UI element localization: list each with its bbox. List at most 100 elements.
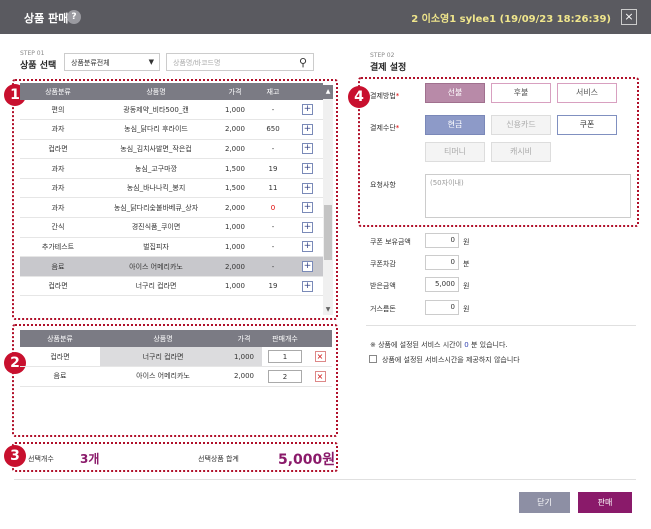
pay-means-tmoney-button[interactable]: 티머니 — [425, 142, 485, 162]
pay-means-card-button[interactable]: 신용카드 — [491, 115, 551, 135]
col-stock: 재고 — [254, 83, 292, 100]
add-icon[interactable]: + — [302, 241, 313, 253]
step1-label: STEP 01 — [20, 50, 45, 57]
cell-stock: 650 — [254, 119, 292, 140]
remove-icon[interactable]: × — [314, 351, 326, 363]
title-bar: 상품 판매 ? 2 이소영1 sylee1 (19/09/23 18:26:39… — [0, 0, 651, 34]
pay-method-service-button[interactable]: 서비스 — [557, 83, 617, 103]
coupon-balance-unit: 원 — [463, 238, 470, 246]
cell-category: 과자 — [20, 158, 96, 179]
sell-button[interactable]: 판매 — [578, 492, 632, 513]
cell-stock: 19 — [254, 276, 292, 297]
pay-means-cashbee-button[interactable]: 캐시비 — [491, 142, 551, 162]
add-icon[interactable]: + — [302, 163, 313, 175]
change-label: 거스름돈 — [370, 305, 396, 313]
cell-stock: - — [254, 139, 292, 160]
category-select-value: 상품분류전체 — [71, 59, 110, 67]
help-icon[interactable]: ? — [67, 10, 81, 24]
cell-name: 너구리 컵라면 — [96, 276, 216, 297]
search-placeholder: 상품명/바코드명 — [173, 59, 221, 67]
request-textarea[interactable]: (50자이내) — [425, 174, 631, 218]
table-row[interactable]: 간식 경진식품_쿠이면 1,000 - + — [20, 217, 323, 238]
table-row[interactable]: 과자 농심_고구마깡 1,500 19 + — [20, 158, 323, 179]
add-icon[interactable]: + — [302, 280, 313, 292]
cell-stock: - — [254, 217, 292, 238]
coupon-deduct-field[interactable]: 0 — [425, 255, 459, 270]
request-placeholder: (50자이내) — [430, 179, 464, 187]
col-name: 상품명 — [100, 330, 226, 347]
col-category: 상품분류 — [20, 83, 96, 100]
add-icon[interactable]: + — [302, 202, 313, 214]
add-icon[interactable]: + — [302, 261, 313, 273]
cell-name: 농심_닭다리숯불바베큐_상자 — [96, 197, 216, 219]
remove-icon[interactable]: × — [314, 370, 326, 382]
coupon-balance-label: 쿠폰 보유금액 — [370, 238, 411, 246]
cell-price: 1,000 — [226, 347, 262, 368]
table-row[interactable]: 추가테스트 벌집피자 1,000 - + — [20, 237, 323, 258]
close-icon[interactable]: × — [621, 9, 637, 25]
cell-price: 2,000 — [216, 197, 254, 219]
table-row: 음료 아이스 어메리카노 2,000 2 × — [20, 366, 332, 387]
cell-category: 과자 — [20, 119, 96, 140]
pay-means-cash-button[interactable]: 현금 — [425, 115, 485, 135]
cell-price: 1,000 — [216, 100, 254, 121]
scroll-thumb[interactable] — [324, 205, 332, 260]
scroll-up-icon[interactable]: ▲ — [323, 85, 333, 99]
table-row[interactable]: 컵라면 너구리 컵라면 1,000 19 + — [20, 276, 323, 297]
close-button[interactable]: 닫기 — [519, 492, 570, 513]
cell-name: 아이스 어메리카노 — [96, 256, 216, 277]
divider — [366, 325, 636, 326]
coupon-deduct-label: 쿠폰차감 — [370, 260, 396, 268]
cell-stock: - — [254, 237, 292, 258]
category-select[interactable]: 상품분류전체 ▼ — [64, 53, 160, 71]
cell-stock: - — [254, 100, 292, 121]
no-service-time-checkbox[interactable] — [369, 355, 377, 363]
table-row-selected[interactable]: 음료 아이스 어메리카노 2,000 - + — [20, 256, 323, 277]
table-row[interactable]: 과자 농심_닭다리숯불바베큐_상자 2,000 0 + — [20, 197, 323, 219]
cell-name: 농심_닭다리 후라이드 — [96, 119, 216, 140]
add-icon[interactable]: + — [302, 104, 313, 116]
received-amount-field[interactable]: 5,000 — [425, 277, 459, 292]
search-icon[interactable]: ⚲ — [299, 56, 307, 69]
cell-price: 1,500 — [216, 178, 254, 199]
badge-4: 4 — [348, 86, 370, 108]
total-label: 선택상품 합계 — [198, 455, 239, 463]
pay-method-postpaid-button[interactable]: 후불 — [491, 83, 551, 103]
cell-category: 음료 — [20, 256, 96, 277]
product-table: 상품분류 상품명 가격 재고 편의 광동제약_비타500_캔 1,000 - +… — [20, 83, 323, 297]
table-row[interactable]: 편의 광동제약_비타500_캔 1,000 - + — [20, 100, 323, 121]
step2-label: STEP 02 — [370, 52, 395, 59]
selected-table-header: 상품분류 상품명 가격 판매개수 — [20, 330, 332, 347]
add-icon[interactable]: + — [302, 182, 313, 194]
table-row: 컵라면 너구리 컵라면 1,000 1 × — [20, 347, 332, 368]
quantity-input[interactable]: 2 — [268, 369, 302, 383]
cell-price: 2,000 — [216, 119, 254, 140]
scroll-down-icon[interactable]: ▼ — [323, 305, 333, 315]
table-row[interactable]: 과자 농심_바나나킥_봉지 1,500 11 + — [20, 178, 323, 199]
search-input[interactable]: 상품명/바코드명 ⚲ — [166, 53, 314, 71]
change-field[interactable]: 0 — [425, 300, 459, 315]
window-title: 상품 판매 — [24, 12, 69, 25]
pay-means-coupon-button[interactable]: 쿠폰 — [557, 115, 617, 135]
add-icon[interactable]: + — [302, 123, 313, 135]
cell-price: 1,000 — [216, 217, 254, 238]
total-value: 5,000원 — [278, 452, 336, 468]
pay-method-prepaid-button[interactable]: 선불 — [425, 83, 485, 103]
cell-category: 컵라면 — [20, 139, 96, 160]
cell-stock: 0 — [254, 197, 292, 219]
add-icon[interactable]: + — [302, 221, 313, 233]
add-icon[interactable]: + — [302, 143, 313, 155]
count-value: 3개 — [80, 452, 100, 466]
cell-price: 2,000 — [216, 139, 254, 160]
table-row[interactable]: 컵라면 농심_김치사발면_작은컵 2,000 - + — [20, 139, 323, 160]
table-row[interactable]: 과자 농심_닭다리 후라이드 2,000 650 + — [20, 119, 323, 140]
coupon-balance-field[interactable]: 0 — [425, 233, 459, 248]
selected-table: 상품분류 상품명 가격 판매개수 컵라면 너구리 컵라면 1,000 1 × 음… — [20, 330, 332, 387]
chevron-down-icon: ▼ — [148, 58, 154, 66]
request-label: 요청사항 — [370, 181, 396, 189]
cell-name: 농심_김치사발면_작은컵 — [96, 139, 216, 160]
col-name: 상품명 — [96, 83, 216, 100]
product-table-scrollbar[interactable]: ▲ ▼ — [323, 85, 333, 315]
quantity-input[interactable]: 1 — [268, 350, 302, 364]
cell-category: 편의 — [20, 100, 96, 121]
